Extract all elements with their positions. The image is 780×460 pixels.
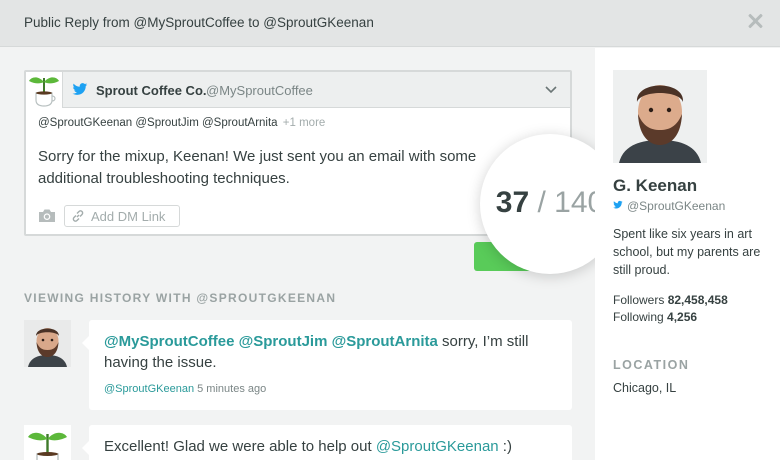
history-message: Excellent! Glad we were able to help out… [82, 425, 572, 460]
message-mentions[interactable]: @MySproutCoffee @SproutJim @SproutArnita [104, 333, 438, 350]
modal-header: Public Reply from @MySproutCoffee to @Sp… [0, 0, 780, 47]
followers-stat: Followers 82,458,458 [613, 293, 728, 307]
profile-photo [613, 70, 707, 163]
link-icon [72, 210, 84, 222]
account-name: Sprout Coffee Co. [96, 83, 207, 98]
reply-panel: Sprout Coffee Co. @MySproutCoffee @Sprou… [0, 48, 620, 460]
close-icon[interactable] [746, 12, 764, 30]
following-value: 4,256 [667, 310, 698, 324]
account-handle: @MySproutCoffee [206, 83, 313, 98]
profile-bio: Spent like six years in art school, but … [613, 227, 761, 277]
twitter-icon [72, 83, 88, 95]
message-text: Excellent! Glad we were able to help out [104, 438, 376, 455]
account-avatar [26, 72, 63, 108]
recipients-list[interactable]: @SproutGKeenan @SproutJim @SproutArnita … [38, 117, 325, 129]
camera-icon[interactable] [38, 208, 56, 223]
history-message: @MySproutCoffee @SproutJim @SproutArnita… [82, 320, 572, 410]
char-count: 37 [495, 186, 530, 219]
message-author[interactable]: @SproutGKeenan [104, 383, 194, 395]
profile-handle[interactable]: @SproutGKeenan [627, 199, 725, 213]
location-value: Chicago, IL [613, 381, 677, 395]
account-avatar [24, 425, 71, 460]
following-label: Following [613, 310, 664, 324]
profile-sidebar: G. Keenan @SproutGKeenan Spent like six … [595, 48, 780, 460]
location-heading: LOCATION [613, 358, 690, 372]
history-heading: VIEWING HISTORY WITH @SPROUTGKEENAN [24, 291, 337, 305]
message-input[interactable]: Sorry for the mixup, Keenan! We just sen… [38, 146, 508, 190]
recipients-more[interactable]: +1 more [283, 117, 326, 129]
add-dm-link-button[interactable]: Add DM Link [64, 205, 180, 227]
twitter-icon [613, 200, 623, 209]
chevron-down-icon[interactable] [544, 82, 558, 96]
message-time: 5 minutes ago [197, 383, 267, 395]
followers-label: Followers [613, 293, 665, 307]
modal-title: Public Reply from @MySproutCoffee to @Sp… [24, 15, 374, 30]
message-text-end: :) [498, 438, 512, 455]
recipients-text: @SproutGKeenan @SproutJim @SproutArnita [38, 117, 278, 129]
following-stat: Following 4,256 [613, 310, 697, 324]
account-selector[interactable]: Sprout Coffee Co. @MySproutCoffee [26, 72, 570, 108]
add-dm-link-label: Add DM Link [91, 209, 166, 224]
profile-name: G. Keenan [613, 176, 698, 195]
followers-value: 82,458,458 [667, 293, 728, 307]
avatar [24, 320, 71, 367]
char-separator: / [537, 186, 546, 219]
message-mention[interactable]: @SproutGKeenan [376, 438, 499, 455]
